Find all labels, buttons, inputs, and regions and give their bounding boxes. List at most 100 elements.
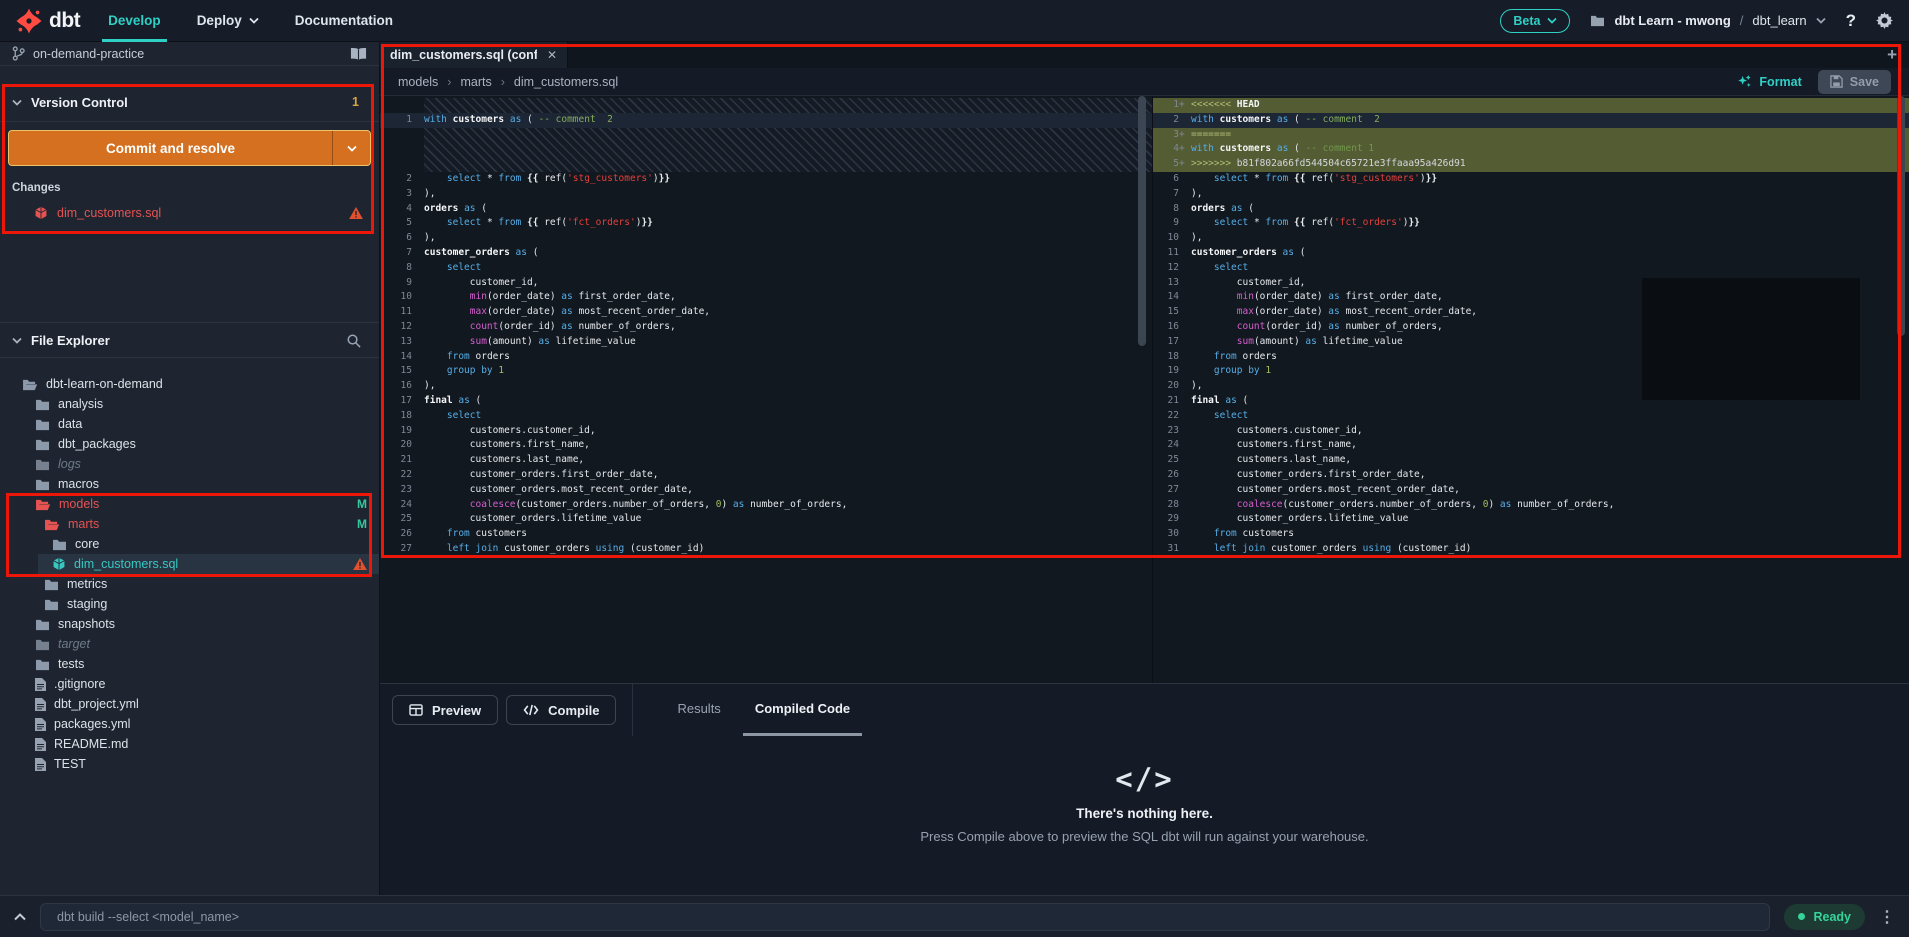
- code-empty-icon: </>: [1115, 762, 1174, 796]
- chevron-down-icon: [249, 17, 259, 24]
- tree-item[interactable]: staging: [0, 594, 379, 614]
- gear-icon[interactable]: [1876, 12, 1893, 29]
- tree-item[interactable]: metrics: [0, 574, 379, 594]
- code-line: 7 customer_orders as (: [406, 246, 539, 258]
- tree-item[interactable]: macros: [0, 474, 379, 494]
- code-line: 4 + with customers as ( -- comment 1: [1153, 142, 1909, 158]
- nav-documentation[interactable]: Documentation: [295, 0, 393, 42]
- code-line: 9 select * from {{ ref('fct_orders')}}: [1173, 217, 1420, 229]
- command-input[interactable]: dbt build --select <model_name>: [40, 902, 1771, 931]
- folder-icon: [35, 398, 50, 411]
- tree-item[interactable]: dbt_packages: [0, 434, 379, 454]
- tree-item[interactable]: tests: [0, 654, 379, 674]
- chevron-up-icon[interactable]: [14, 912, 26, 921]
- tree-item[interactable]: dbt-learn-on-demand: [0, 374, 379, 394]
- code-line: 2 with customers as ( -- comment 2: [1153, 112, 1909, 128]
- file-icon: [35, 737, 46, 751]
- code-editor[interactable]: 1 with customers as ( -- comment 2 2 sele…: [380, 96, 1909, 683]
- new-tab-button[interactable]: +: [1887, 45, 1897, 65]
- docs-book-icon[interactable]: [350, 47, 367, 61]
- folder-icon: [35, 638, 50, 651]
- version-control-header[interactable]: Version Control 1: [0, 88, 379, 116]
- file-icon: [35, 757, 46, 771]
- breadcrumb-item: models: [398, 74, 439, 89]
- branch-row[interactable]: on-demand-practice: [0, 42, 379, 66]
- sparkle-icon: [1737, 74, 1752, 89]
- format-button[interactable]: Format: [1737, 74, 1802, 89]
- status-badge[interactable]: Ready: [1784, 903, 1865, 930]
- code-line: 14 from orders: [400, 350, 510, 362]
- code-line: 19 customers.customer_id,: [400, 424, 596, 436]
- code-line: 5 + >>>>>>> b81f802a66fd544504c65721e3ffaa…: [1153, 157, 1909, 172]
- file-icon: [35, 697, 46, 711]
- code-line: 7 ),: [1173, 187, 1203, 199]
- code-line: 31 left join customer_orders using (cust…: [1167, 542, 1472, 554]
- code-line: 25 customers.last_name,: [1167, 454, 1352, 466]
- code-icon: [523, 704, 539, 716]
- tree-item[interactable]: target: [0, 634, 379, 654]
- tree-item-label: TEST: [54, 757, 86, 771]
- tree-item[interactable]: analysis: [0, 394, 379, 414]
- tree-item-label: snapshots: [58, 617, 115, 631]
- tree-item[interactable]: dim_customers.sql: [0, 554, 379, 574]
- tree-item[interactable]: snapshots: [0, 614, 379, 634]
- file-icon: [35, 717, 46, 731]
- tree-item-label: logs: [58, 457, 81, 471]
- commit-and-resolve-button[interactable]: Commit and resolve: [8, 130, 371, 166]
- close-tab-icon[interactable]: ✕: [547, 48, 557, 62]
- tree-item-label: macros: [58, 477, 99, 491]
- editor-tab[interactable]: dim_customers.sql (confli... ✕: [380, 42, 568, 68]
- code-line: 3 ),: [406, 187, 436, 199]
- code-line: 25 customer_orders.lifetime_value: [400, 513, 642, 525]
- nav-deploy[interactable]: Deploy: [197, 0, 259, 42]
- tree-item[interactable]: marts M: [0, 514, 379, 534]
- folder-icon: [35, 658, 50, 671]
- folder-icon: [1590, 14, 1605, 27]
- redaction-overlay: [1642, 278, 1860, 400]
- tree-item[interactable]: models M: [0, 494, 379, 514]
- tree-item[interactable]: logs: [0, 454, 379, 474]
- tree-item[interactable]: TEST: [0, 754, 379, 774]
- tree-item[interactable]: core: [0, 534, 379, 554]
- tree-item-label: target: [58, 637, 90, 651]
- help-button[interactable]: ?: [1846, 11, 1856, 31]
- left-scrollbar[interactable]: [1138, 96, 1146, 346]
- tree-item[interactable]: dbt_project.yml: [0, 694, 379, 714]
- code-line: 1 with customers as ( -- comment 2: [380, 112, 1152, 128]
- commit-options-button[interactable]: [332, 131, 370, 165]
- nav-develop[interactable]: Develop: [102, 0, 167, 42]
- code-line: 18 select: [400, 409, 482, 421]
- compile-button[interactable]: Compile: [506, 695, 617, 725]
- right-scrollbar[interactable]: [1897, 96, 1905, 336]
- folder-icon: [35, 418, 50, 431]
- file-tree: dbt-learn-on-demand analysis data dbt_packa…: [0, 358, 379, 774]
- tree-item-label: packages.yml: [54, 717, 131, 731]
- search-icon[interactable]: [346, 333, 361, 348]
- project-selector[interactable]: dbt Learn - mwong / dbt_learn: [1590, 13, 1826, 28]
- save-button[interactable]: Save: [1817, 69, 1891, 94]
- merge-conflict-hatch: [424, 127, 1152, 172]
- tab-compiled-code[interactable]: Compiled Code: [742, 684, 863, 736]
- folder-open-icon: [44, 518, 60, 531]
- code-line: 21 customers.last_name,: [400, 454, 585, 466]
- beta-dropdown[interactable]: Beta: [1500, 8, 1571, 33]
- code-line: 8 select: [406, 261, 482, 273]
- tree-item[interactable]: packages.yml: [0, 714, 379, 734]
- breadcrumb-item: marts: [460, 74, 492, 89]
- tree-item[interactable]: .gitignore: [0, 674, 379, 694]
- dbt-logo[interactable]: dbt: [16, 8, 81, 34]
- tab-results[interactable]: Results: [665, 684, 732, 736]
- tree-item[interactable]: data: [0, 414, 379, 434]
- kebab-menu-icon[interactable]: ⋮: [1879, 907, 1895, 927]
- file-explorer-header[interactable]: File Explorer: [0, 323, 379, 357]
- editor-tabbar: dim_customers.sql (confli... ✕ +: [380, 42, 1909, 68]
- folder-icon: [44, 598, 59, 611]
- preview-button[interactable]: Preview: [392, 695, 499, 725]
- changed-file-row[interactable]: dim_customers.sql: [0, 203, 379, 223]
- code-line: 5 select * from {{ ref('fct_orders')}}: [406, 217, 653, 229]
- tree-item[interactable]: README.md: [0, 734, 379, 754]
- tree-item-label: data: [58, 417, 83, 431]
- version-control-title: Version Control: [31, 94, 128, 110]
- tree-item-label: models: [59, 497, 100, 511]
- chevron-down-icon: [1815, 17, 1826, 24]
